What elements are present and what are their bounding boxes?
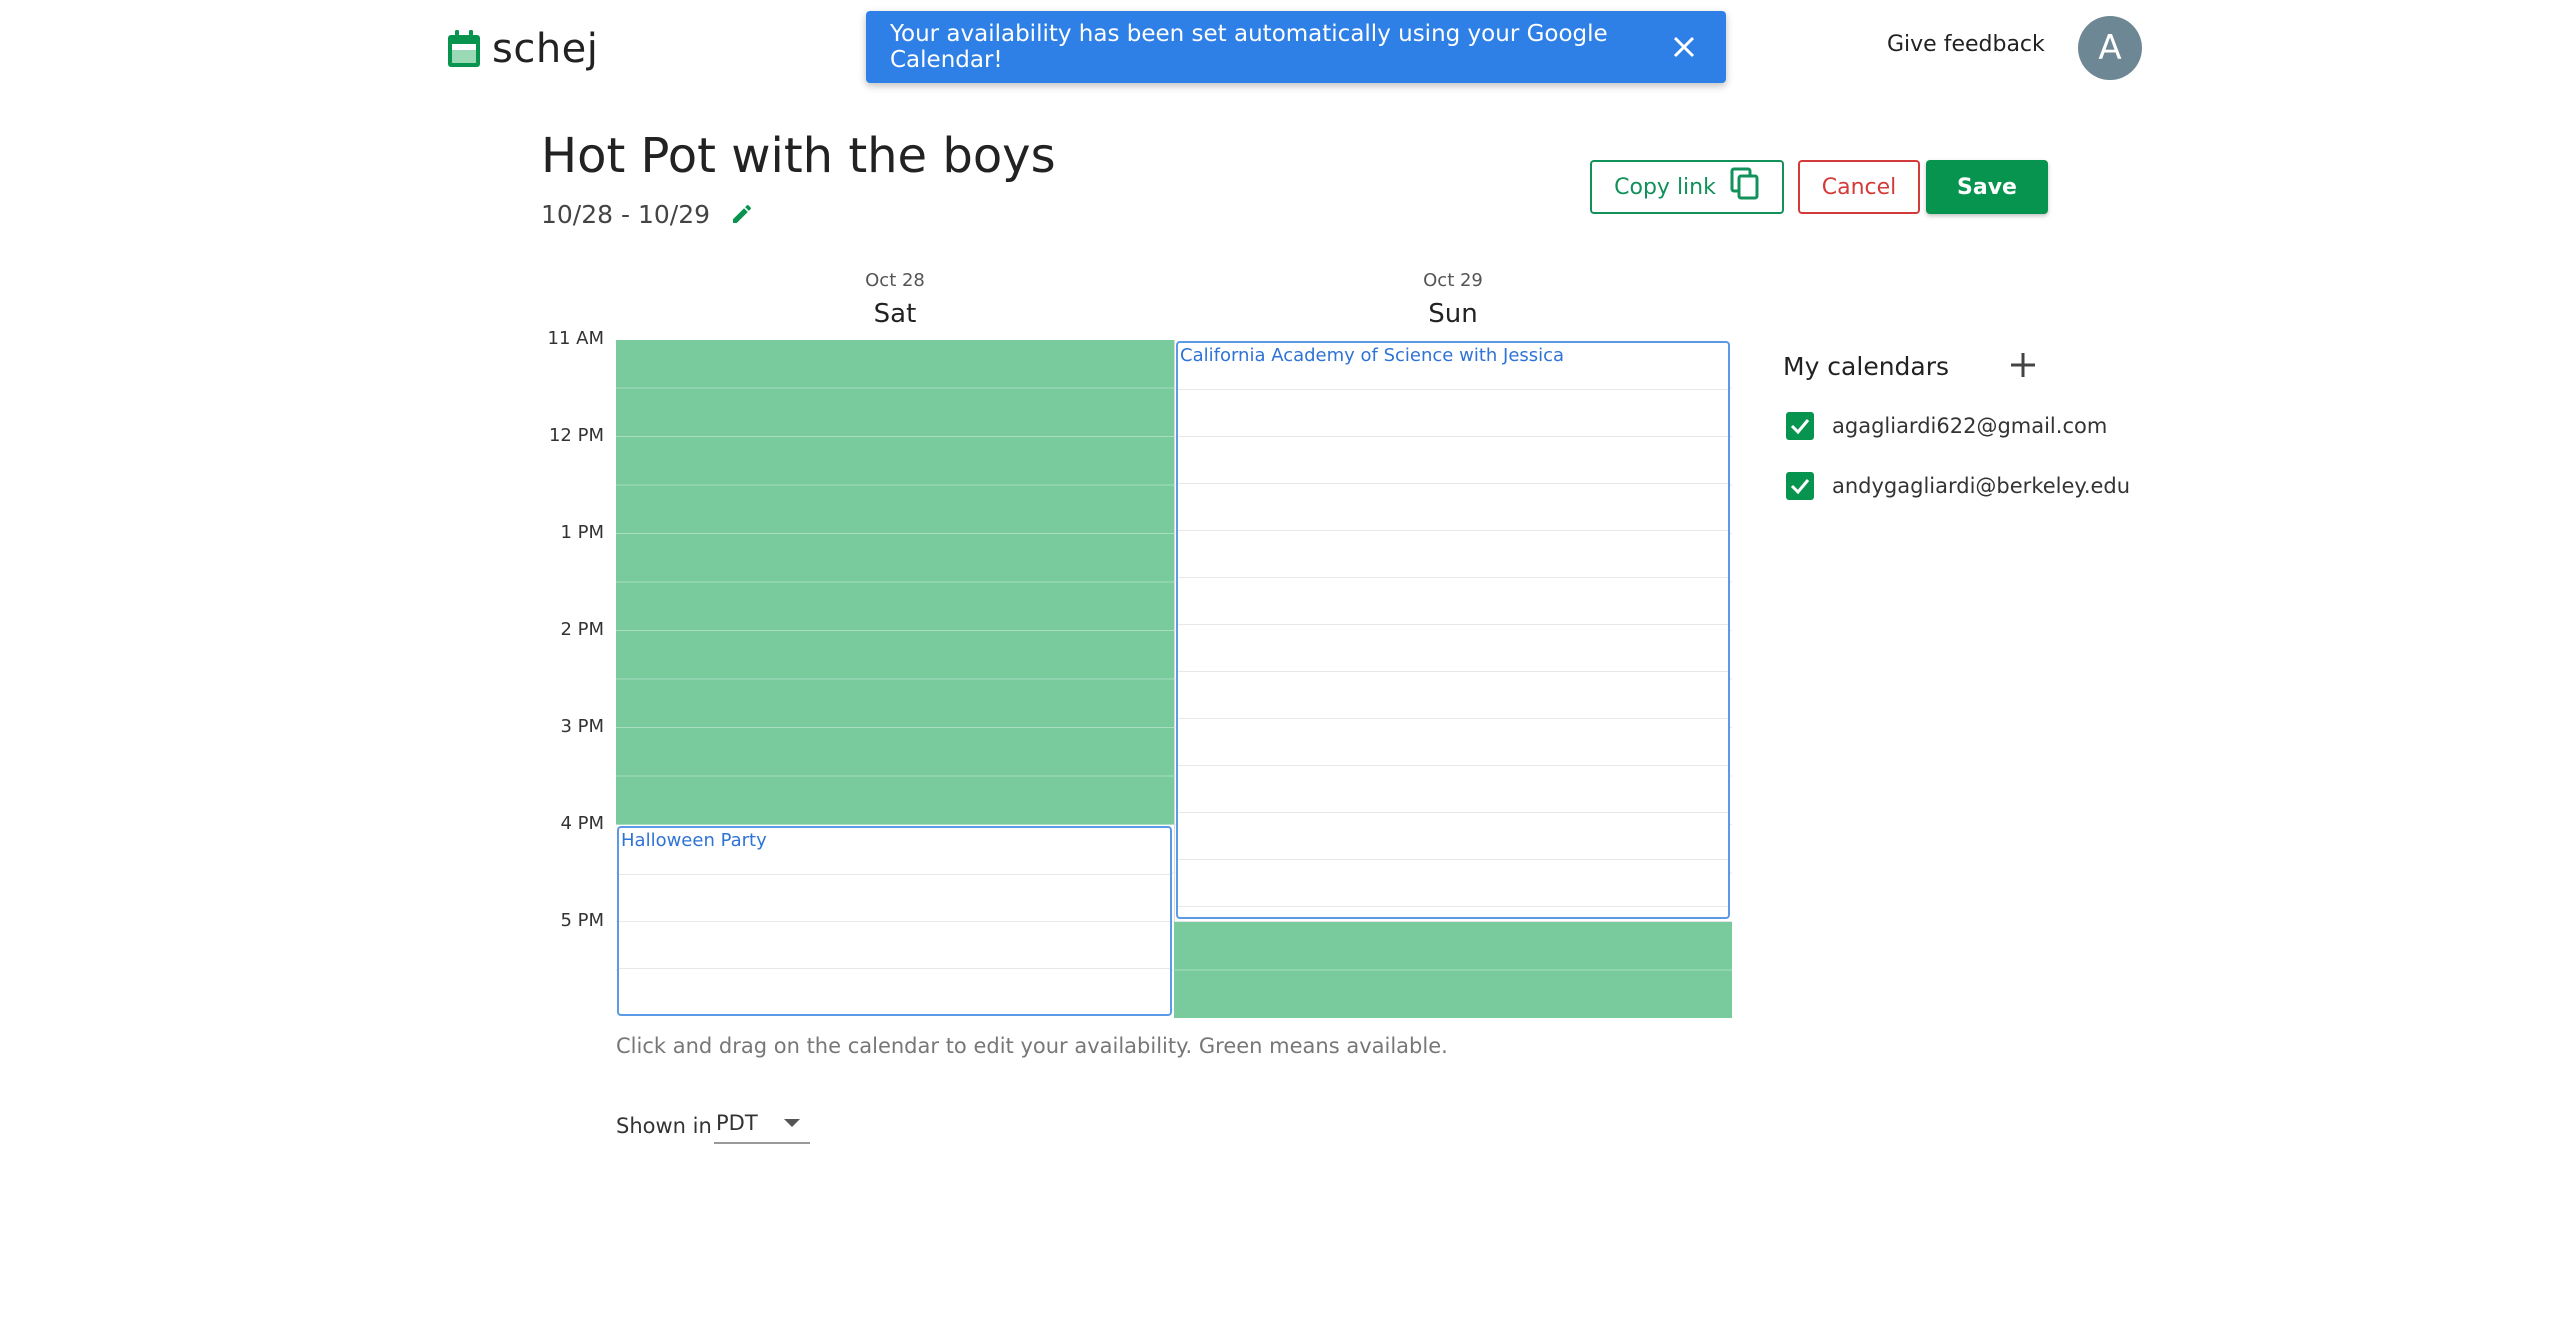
- pencil-edit-icon[interactable]: [730, 202, 756, 228]
- logo-text: schej: [492, 26, 599, 72]
- calendar-email: agagliardi622@gmail.com: [1832, 414, 2108, 438]
- day-name: Sun: [1428, 299, 1478, 329]
- save-button[interactable]: Save: [1926, 160, 2048, 214]
- event-title: California Academy of Science with Jessi…: [1180, 345, 1565, 366]
- page-title: Hot Pot with the boys: [541, 128, 1056, 184]
- toast-message: Your availability has been set automatic…: [890, 21, 1608, 73]
- give-feedback-link[interactable]: Give feedback: [1887, 32, 2045, 57]
- caret-down-icon: [784, 1119, 800, 1127]
- copy-icon: [1730, 167, 1760, 207]
- app-logo[interactable]: schej: [446, 26, 598, 72]
- calendar-item[interactable]: agagliardi622@gmail.com: [1786, 412, 2107, 440]
- time-label: 12 PM: [548, 425, 604, 446]
- timezone-select[interactable]: PDT: [714, 1104, 810, 1144]
- calendar-event: Halloween Party: [617, 826, 1172, 1016]
- day-name: Sat: [873, 299, 917, 329]
- time-label: 4 PM: [560, 813, 604, 834]
- day-header-sat: Oct 28 Sat: [616, 270, 1174, 329]
- timezone-value: PDT: [716, 1111, 758, 1135]
- add-calendar-plus-icon[interactable]: [2006, 348, 2040, 382]
- availability-grid[interactable]: Halloween Party California Academy of Sc…: [616, 340, 1732, 1018]
- calendar-item[interactable]: andygagliardi@berkeley.edu: [1786, 472, 2130, 500]
- time-label: 1 PM: [560, 522, 604, 543]
- notification-toast: Your availability has been set automatic…: [866, 11, 1726, 83]
- time-label: 2 PM: [560, 619, 604, 640]
- close-icon[interactable]: [1664, 27, 1704, 67]
- time-label: 11 AM: [547, 328, 604, 349]
- calendar-email: andygagliardi@berkeley.edu: [1832, 474, 2131, 498]
- day-date: Oct 29: [1423, 270, 1483, 291]
- event-title: Halloween Party: [621, 830, 767, 851]
- date-range: 10/28 - 10/29: [541, 200, 756, 229]
- available-block[interactable]: [1174, 922, 1732, 1018]
- timezone-label: Shown in: [616, 1114, 712, 1138]
- cancel-button[interactable]: Cancel: [1798, 160, 1920, 214]
- available-block[interactable]: [616, 340, 1174, 825]
- time-label: 5 PM: [560, 910, 604, 931]
- day-date: Oct 28: [865, 270, 925, 291]
- day-column-sat[interactable]: Halloween Party: [616, 340, 1175, 1018]
- calendar-hint: Click and drag on the calendar to edit y…: [616, 1034, 1448, 1058]
- date-range-text: 10/28 - 10/29: [541, 200, 711, 229]
- time-label: 3 PM: [560, 716, 604, 737]
- day-column-sun[interactable]: California Academy of Science with Jessi…: [1174, 340, 1732, 1018]
- checkbox-checked-icon[interactable]: [1786, 472, 1814, 500]
- day-header-sun: Oct 29 Sun: [1174, 270, 1732, 329]
- calendar-logo-icon: [446, 29, 482, 69]
- checkbox-checked-icon[interactable]: [1786, 412, 1814, 440]
- my-calendars-title: My calendars: [1783, 352, 1950, 381]
- calendar-event: California Academy of Science with Jessi…: [1176, 341, 1730, 919]
- avatar[interactable]: A: [2078, 16, 2142, 80]
- copy-link-label: Copy link: [1614, 174, 1716, 200]
- copy-link-button[interactable]: Copy link: [1590, 160, 1784, 214]
